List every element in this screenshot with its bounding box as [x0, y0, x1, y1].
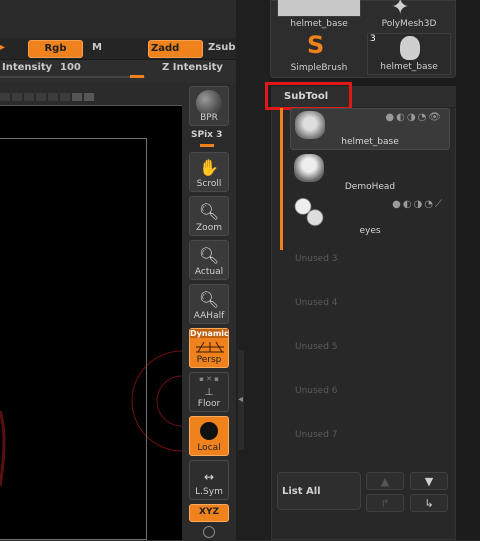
m-button[interactable]: M [92, 42, 102, 53]
swatch-row [0, 86, 100, 101]
subtool-scrollbar[interactable] [280, 108, 283, 250]
subtool-highlight-box [265, 82, 352, 110]
zoom-magnifier-icon: 🔍︎ [198, 202, 220, 221]
intensity-row: Intensity 100 Z Intensity [0, 60, 236, 82]
subtool-item-demohead[interactable]: DemoHead [290, 152, 450, 194]
subtool-visibility-icons[interactable]: ●◐◑◔👁 [385, 112, 443, 123]
rotate-icon[interactable] [203, 526, 215, 538]
zsub-button[interactable]: Zsub [208, 42, 235, 53]
tool-thumb-helmet-base-2[interactable]: 3 helmet_base [367, 33, 451, 75]
swatch[interactable] [36, 93, 46, 101]
helmet-head-icon [400, 36, 420, 60]
helmet-thumb-icon [295, 111, 325, 139]
lsym-arrows-icon: ↔ [203, 470, 215, 484]
subtool-name: helmet_base [341, 137, 399, 147]
dynamic-label: Dynamic [190, 329, 229, 338]
local-button[interactable]: Local [189, 416, 229, 456]
scroll-button[interactable]: ✋ Scroll [189, 152, 229, 192]
swatch[interactable] [84, 93, 94, 101]
zoom-label: Zoom [196, 223, 222, 233]
spix-label: SPix 3 [191, 130, 223, 140]
persp-label: Persp [196, 355, 222, 365]
aahalf-label: AAHalf [193, 311, 225, 321]
subtool-item-helmet-base[interactable]: ●◐◑◔👁 helmet_base [290, 108, 450, 150]
subtool-name: eyes [359, 226, 381, 236]
swatch[interactable] [0, 93, 10, 101]
tool-name-helmet-base: helmet_base [290, 19, 348, 29]
floor-icon: ⊥ [204, 387, 214, 398]
swatch[interactable] [12, 93, 22, 101]
spix-slider[interactable] [200, 144, 214, 147]
actual-magnifier-icon: 🔍︎ [198, 246, 220, 265]
tool-badge: 3 [370, 34, 376, 44]
tool-palette: helmet_base ✦ PolyMesh3D S SimpleBrush 3… [270, 0, 456, 78]
persp-button[interactable]: Dynamic Persp [189, 328, 229, 368]
subtool-unused-slot: Unused 3 [295, 254, 338, 264]
tool-name-simplebrush: SimpleBrush [290, 63, 348, 73]
actual-button[interactable]: 🔍︎ Actual [189, 240, 229, 280]
swatch[interactable] [24, 93, 34, 101]
rgb-intensity-knob[interactable] [130, 75, 144, 78]
zadd-button[interactable]: Zadd [148, 40, 203, 58]
demohead-thumb-icon [294, 154, 324, 182]
rgb-button[interactable]: Rgb [28, 40, 83, 58]
floor-axes-icon: ▪ ✕ ▪ [199, 375, 219, 383]
bpr-label: BPR [200, 113, 218, 123]
move-up-right-button[interactable]: ↱ [366, 494, 404, 512]
xyz-label: XYZ [199, 507, 219, 517]
floor-button[interactable]: ▪ ✕ ▪ ⊥ Floor [189, 372, 229, 412]
subtool-unused-slot: Unused 6 [295, 386, 338, 396]
aahalf-magnifier-icon: 🔍︎ [198, 290, 220, 309]
tool-name-helmet-base-2: helmet_base [380, 62, 438, 72]
subtool-unused-slot: Unused 4 [295, 298, 338, 308]
local-label: Local [197, 443, 221, 453]
list-all-button[interactable]: List All [277, 472, 361, 510]
z-intensity-label: Z Intensity [162, 62, 223, 73]
lsym-label: L.Sym [195, 487, 223, 497]
simplebrush-icon[interactable]: S [307, 31, 324, 59]
mrgb-indicator: ▸ [0, 42, 6, 53]
subtool-unused-slot: Unused 5 [295, 342, 338, 352]
rgb-intensity-label: Intensity [2, 62, 53, 73]
spix-value: 3 [216, 130, 223, 140]
bpr-button[interactable]: BPR [189, 86, 229, 126]
subtool-unused-slot: Unused 7 [295, 430, 338, 440]
move-up-button[interactable]: ▲ [366, 472, 404, 490]
polymesh-star-icon[interactable]: ✦ [391, 0, 409, 20]
persp-grid-icon [196, 341, 224, 353]
swatch[interactable] [72, 93, 82, 101]
document-frame [0, 138, 147, 540]
lsym-button[interactable]: ↔ L.Sym [189, 460, 229, 500]
top-toolbar: ▸ Rgb M Zadd Zsub [0, 38, 236, 60]
subtool-item-eyes[interactable]: ●◐◑◔⟋ eyes [290, 196, 450, 238]
scroll-label: Scroll [196, 179, 222, 189]
rgb-intensity-slider[interactable] [0, 76, 145, 78]
local-sphere-icon [200, 422, 218, 440]
move-down-right-button[interactable]: ↳ [410, 494, 448, 512]
collapse-arrow-icon[interactable]: ◂ [238, 394, 243, 405]
subtool-visibility-icons[interactable]: ●◐◑◔⟋ [392, 199, 444, 210]
xyz-button[interactable]: XYZ [189, 504, 229, 522]
aahalf-button[interactable]: 🔍︎ AAHalf [189, 284, 229, 324]
scroll-hand-icon: ✋ [199, 158, 219, 177]
zoom-button[interactable]: 🔍︎ Zoom [189, 196, 229, 236]
eyes-thumb-icon [294, 198, 324, 226]
tool-thumb-helmet-base[interactable] [277, 0, 361, 17]
tool-name-polymesh3d: PolyMesh3D [381, 19, 437, 29]
panel-divider [236, 0, 270, 540]
subtool-name: DemoHead [344, 182, 396, 192]
actual-label: Actual [194, 267, 224, 277]
swatch[interactable] [48, 93, 58, 101]
move-down-button[interactable]: ▼ [410, 472, 448, 490]
swatch[interactable] [60, 93, 70, 101]
right-shelf: BPR SPix 3 ✋ Scroll 🔍︎ Zoom 🔍︎ Actual 🔍︎… [186, 84, 232, 540]
rgb-intensity-value: 100 [60, 62, 81, 73]
floor-label: Floor [197, 399, 221, 409]
